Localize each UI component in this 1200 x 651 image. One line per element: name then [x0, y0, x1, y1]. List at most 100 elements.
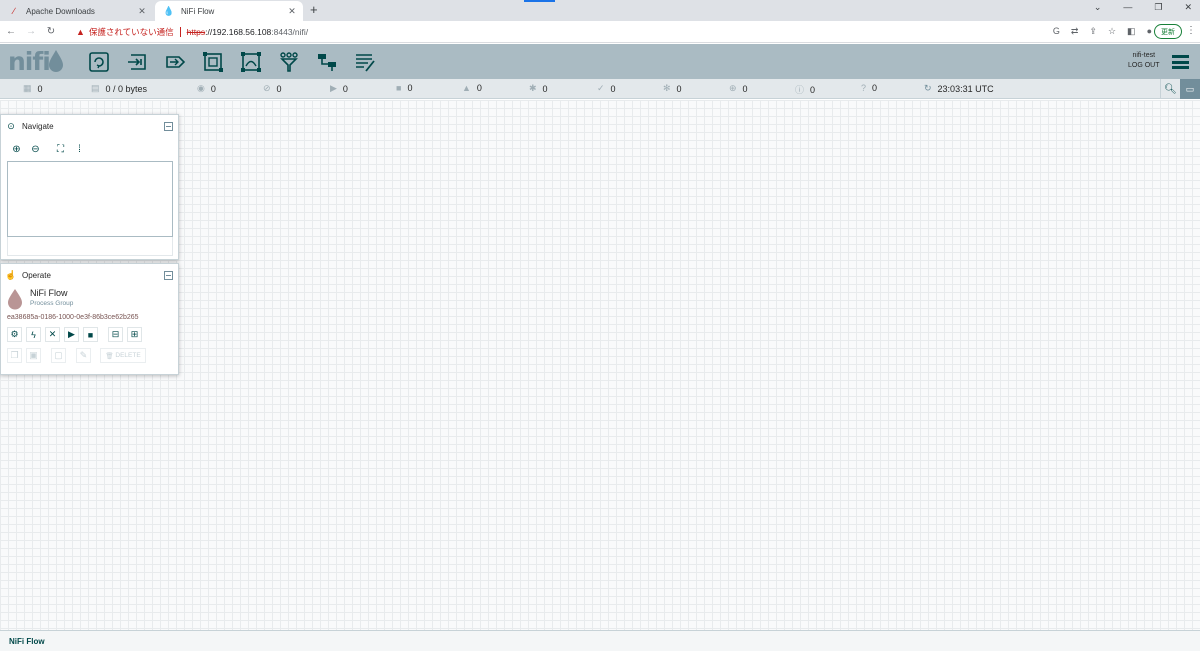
stop-square-icon[interactable]: ■	[83, 327, 98, 342]
running-count: 0	[342, 83, 348, 94]
navigate-header[interactable]: ⊙ Navigate	[1, 115, 178, 137]
reload-icon[interactable]: ↻	[42, 26, 60, 37]
translate-icon[interactable]: ⇄	[1071, 26, 1079, 37]
processor-tool[interactable]	[80, 49, 118, 75]
nifi-drop-logo-icon	[49, 50, 63, 72]
bookmark-star-icon[interactable]: ☆	[1108, 26, 1116, 37]
zoom-in-icon[interactable]: ⊕	[7, 142, 26, 157]
back-arrow-icon[interactable]: ←	[2, 26, 20, 37]
new-tab-icon[interactable]: +	[310, 2, 318, 17]
upload-template-icon[interactable]: ⊞	[127, 327, 142, 342]
funnel-icon	[280, 52, 298, 72]
close-tab-icon[interactable]: ✕	[135, 6, 149, 17]
search-icon: 🔍︎	[1164, 83, 1177, 95]
operate-header[interactable]: ☝ Operate	[1, 264, 178, 286]
stop-icon: ■	[396, 83, 402, 93]
nifi-header: nifi	[0, 44, 1200, 79]
collapse-operate-icon[interactable]	[164, 270, 173, 280]
sync-failure-count: 0	[872, 83, 878, 93]
question-icon: ?	[861, 83, 867, 93]
google-icon[interactable]: G	[1053, 26, 1060, 37]
queue-icon: ▤	[91, 83, 100, 93]
group-icon[interactable]: ▢	[51, 348, 66, 363]
flow-canvas[interactable]	[0, 100, 1200, 630]
security-status[interactable]: 保護されていない通信	[89, 26, 174, 38]
nifi-drop-icon	[8, 289, 22, 310]
url-scheme: https	[186, 27, 206, 37]
output-port-tool[interactable]	[156, 49, 194, 75]
disabled-icon: ✱	[529, 83, 537, 93]
stale-count: 0	[742, 83, 748, 94]
collapse-navigate-icon[interactable]	[164, 121, 173, 131]
browser-update-button[interactable]: 更新	[1154, 24, 1182, 39]
minimize-icon[interactable]: —	[1123, 2, 1132, 13]
transmitting-count: 0	[210, 83, 216, 94]
navigate-tools: ⊕ ⊖ ⛶ ⁞	[1, 141, 178, 157]
disabled-count: 0	[542, 83, 548, 94]
browser-tab-apache-downloads[interactable]: ∕ Apache Downloads ✕	[0, 1, 153, 21]
current-user: nifi-test LOG OUT	[1128, 52, 1160, 69]
not-transmitting-icon: ⊘	[263, 83, 271, 93]
bulletin-board-button[interactable]: ▭	[1180, 79, 1200, 99]
selected-component: NiFi Flow Process Group	[1, 288, 178, 310]
compass-icon: ⊙	[7, 120, 15, 131]
threads-icon: ▦	[23, 83, 32, 93]
active-threads-count: 0	[37, 83, 43, 94]
exclamation-circle-icon: ⓘ	[795, 85, 805, 95]
breadcrumb-bar: NiFi Flow	[0, 630, 1200, 651]
funnel-tool[interactable]	[270, 49, 308, 75]
restore-icon[interactable]: ❐	[1154, 2, 1162, 13]
breadcrumb-current[interactable]: NiFi Flow	[9, 637, 45, 646]
zoom-out-icon[interactable]: ⊖	[26, 142, 45, 157]
search-button[interactable]: 🔍︎	[1160, 79, 1180, 99]
warning-icon: ▲	[76, 27, 85, 37]
check-icon: ✓	[597, 83, 605, 93]
create-template-icon[interactable]: ⊟	[108, 327, 123, 342]
input-port-tool[interactable]	[118, 49, 156, 75]
delete-button[interactable]: 🗑︎ DELETE	[100, 348, 146, 363]
label-tool[interactable]	[346, 49, 384, 75]
disable-icon[interactable]: ✕	[45, 327, 60, 342]
remote-process-group-icon	[241, 52, 261, 72]
fit-to-screen-icon[interactable]: ⛶	[51, 142, 70, 157]
actual-size-icon[interactable]: ⁞	[70, 142, 89, 157]
global-menu-icon[interactable]	[1172, 55, 1189, 69]
component-id: ea38685a-0186-1000-0e3f-86b3ce62b265	[7, 314, 139, 321]
browser-tab-nifi-flow[interactable]: 💧 NiFi Flow ✕	[155, 1, 303, 21]
refresh-icon[interactable]: ↻	[924, 83, 932, 94]
configure-gear-icon[interactable]: ⚙	[7, 327, 22, 342]
running-stat: ▶ 0	[330, 83, 348, 94]
url-host: ://192.168.56.108	[205, 27, 272, 37]
remote-process-group-tool[interactable]	[232, 49, 270, 75]
forward-arrow-icon[interactable]: →	[22, 26, 40, 37]
tab-search-icon[interactable]: ⌄	[1094, 2, 1102, 13]
address-separator	[179, 27, 181, 37]
profile-avatar-icon[interactable]: ●	[1147, 26, 1152, 37]
logout-link[interactable]: LOG OUT	[1128, 62, 1160, 69]
nifi-drop-icon: 💧	[163, 5, 175, 16]
locally-modified-stat: ✻ 0	[663, 83, 682, 94]
template-tool[interactable]	[308, 49, 346, 75]
last-refreshed-stat[interactable]: ↻ 23:03:31 UTC	[924, 83, 994, 94]
birdseye-view[interactable]	[7, 161, 173, 237]
browser-menu-icon[interactable]: ⋮	[1186, 25, 1196, 36]
color-brush-icon[interactable]: ✎	[76, 348, 91, 363]
side-panel-icon[interactable]: ◧	[1127, 26, 1136, 37]
up-to-date-stat: ✓ 0	[597, 83, 616, 94]
template-icon	[318, 54, 336, 71]
locally-modified-stale-count: 0	[810, 84, 816, 95]
address-bar[interactable]: ▲ 保護されていない通信 https ://192.168.56.108 :84…	[70, 23, 1030, 41]
share-icon[interactable]: ⇪	[1089, 26, 1097, 37]
copy-icon[interactable]: ❐	[7, 348, 22, 363]
queued-stat: ▤ 0 / 0 bytes	[91, 83, 147, 94]
close-window-icon[interactable]: ✕	[1184, 2, 1192, 13]
birdseye-footer	[7, 237, 173, 256]
process-group-tool[interactable]	[194, 49, 232, 75]
close-tab-icon[interactable]: ✕	[285, 6, 299, 17]
output-port-icon	[166, 56, 186, 68]
paste-icon[interactable]: ▣	[26, 348, 41, 363]
stale-stat: ⊕ 0	[729, 83, 748, 94]
enable-bolt-icon[interactable]: ϟ	[26, 327, 41, 342]
start-play-icon[interactable]: ▶	[64, 327, 79, 342]
locally-modified-stale-stat: ⓘ 0	[795, 83, 815, 96]
